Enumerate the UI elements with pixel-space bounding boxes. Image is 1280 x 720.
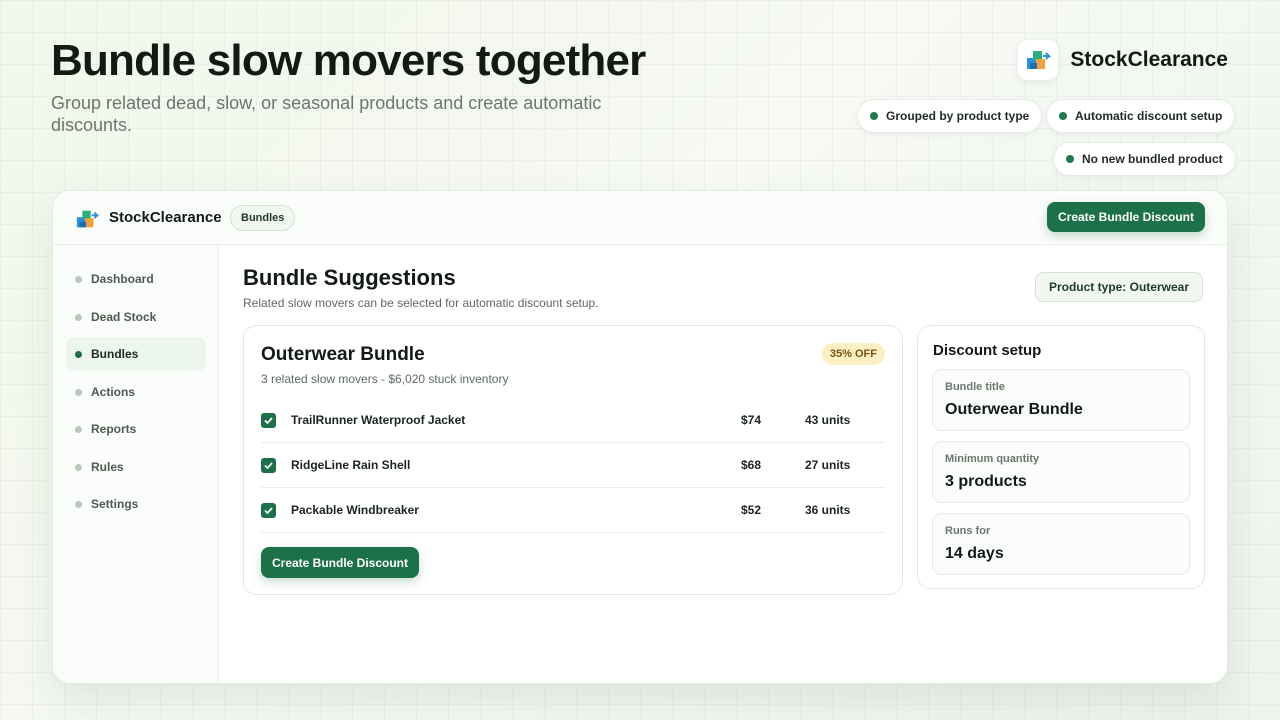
sidebar-item-label: Reports	[91, 422, 137, 436]
brand: StockClearance	[1018, 40, 1228, 80]
page-subtitle: Related slow movers can be selected for …	[243, 296, 599, 310]
table-row: TrailRunner Waterproof Jacket $74 43 uni…	[261, 398, 885, 443]
app-window: StockClearance Bundles Create Bundle Dis…	[52, 190, 1228, 684]
setup-title: Discount setup	[933, 342, 1042, 359]
sidebar-item-label: Dead Stock	[91, 310, 157, 324]
sidebar-item-label: Dashboard	[91, 272, 154, 286]
sidebar-item-label: Actions	[91, 385, 136, 399]
brand-name: StockClearance	[1070, 48, 1228, 71]
bundle-title: Outerwear Bundle	[261, 344, 425, 365]
field-label: Minimum quantity	[945, 453, 1040, 465]
product-units: 27 units	[805, 458, 851, 472]
checkbox[interactable]	[261, 412, 276, 428]
product-price: $68	[741, 458, 762, 472]
nav-dot-icon	[75, 500, 82, 508]
sidebar-item-bundles[interactable]: Bundles	[66, 337, 206, 371]
checkmark-icon	[264, 506, 273, 514]
sidebar-item-actions[interactable]: Actions	[66, 375, 206, 409]
field-value: Outerwear Bundle	[945, 401, 1083, 418]
product-name: Packable Windbreaker	[291, 503, 419, 517]
status-dot	[1059, 112, 1067, 120]
checkbox[interactable]	[261, 502, 276, 518]
nav-dot-icon	[75, 463, 82, 471]
sidebar-item-label: Rules	[91, 460, 124, 474]
hero-subtitle: Group related dead, slow, or seasonal pr…	[51, 93, 602, 135]
feature-pill-label: Automatic discount setup	[1075, 109, 1223, 123]
nav-dot-icon	[75, 425, 82, 433]
bundle-card: Outerwear Bundle 3 related slow movers -…	[243, 325, 903, 595]
bundle-meta: 3 related slow movers - $6,020 stuck inv…	[261, 372, 509, 386]
field-value: 14 days	[945, 545, 1004, 562]
checkmark-icon	[264, 461, 273, 469]
field-value: 3 products	[945, 473, 1027, 490]
sidebar-item-label: Settings	[91, 497, 139, 511]
app-name: StockClearance	[109, 209, 222, 226]
discount-setup-card: Discount setup Bundle title Outerwear Bu…	[917, 325, 1205, 589]
minimum-quantity-field[interactable]: Minimum quantity 3 products	[932, 441, 1190, 503]
nav-dot-icon	[75, 275, 82, 283]
product-price: $74	[741, 413, 762, 427]
checkmark-icon	[264, 416, 273, 424]
sidebar-item-rules[interactable]: Rules	[66, 450, 206, 484]
sidebar: Dashboard Dead Stock Bundles Actions Rep…	[53, 245, 219, 683]
nav-dot-icon	[75, 313, 82, 321]
stacked-boxes-icon	[75, 207, 100, 231]
product-units: 36 units	[805, 503, 851, 517]
sidebar-item-dashboard[interactable]: Dashboard	[66, 262, 206, 296]
product-name: RidgeLine Rain Shell	[291, 458, 411, 472]
product-price: $52	[741, 503, 762, 517]
create-bundle-discount-button[interactable]: Create Bundle Discount	[1047, 202, 1205, 232]
product-name: TrailRunner Waterproof Jacket	[291, 413, 466, 427]
create-bundle-discount-button[interactable]: Create Bundle Discount	[261, 547, 419, 578]
breadcrumb[interactable]: Bundles	[230, 205, 296, 231]
feature-pill-grouped: Grouped by product type	[857, 99, 1043, 133]
table-row: RidgeLine Rain Shell $68 27 units	[261, 443, 885, 488]
sidebar-item-dead-stock[interactable]: Dead Stock	[66, 300, 206, 334]
status-dot	[1066, 155, 1074, 163]
checkbox[interactable]	[261, 457, 276, 473]
bundle-title-field[interactable]: Bundle title Outerwear Bundle	[932, 369, 1190, 431]
page-title: Bundle Suggestions	[243, 265, 456, 290]
table-row: Packable Windbreaker $52 36 units	[261, 488, 885, 533]
nav-dot-icon	[75, 388, 82, 396]
status-dot	[870, 112, 878, 120]
feature-pill-label: Grouped by product type	[886, 109, 1030, 123]
sidebar-item-settings[interactable]: Settings	[66, 487, 206, 521]
feature-pill-no-new-product: No new bundled product	[1053, 142, 1236, 176]
hero-title: Bundle slow movers together	[51, 36, 646, 85]
app-topbar: StockClearance Bundles Create Bundle Dis…	[53, 191, 1227, 245]
field-label: Runs for	[945, 525, 991, 537]
feature-pill-automatic: Automatic discount setup	[1046, 99, 1236, 133]
stacked-boxes-icon	[1018, 40, 1059, 80]
field-label: Bundle title	[945, 381, 1005, 393]
sidebar-item-reports[interactable]: Reports	[66, 412, 206, 446]
feature-pill-label: No new bundled product	[1082, 152, 1223, 166]
product-units: 43 units	[805, 413, 851, 427]
nav-dot-icon	[75, 350, 82, 358]
product-type-filter[interactable]: Product type: Outerwear	[1034, 272, 1203, 302]
sidebar-item-label: Bundles	[91, 347, 139, 361]
discount-badge: 35% OFF	[821, 343, 885, 365]
runs-for-field[interactable]: Runs for 14 days	[932, 513, 1190, 575]
